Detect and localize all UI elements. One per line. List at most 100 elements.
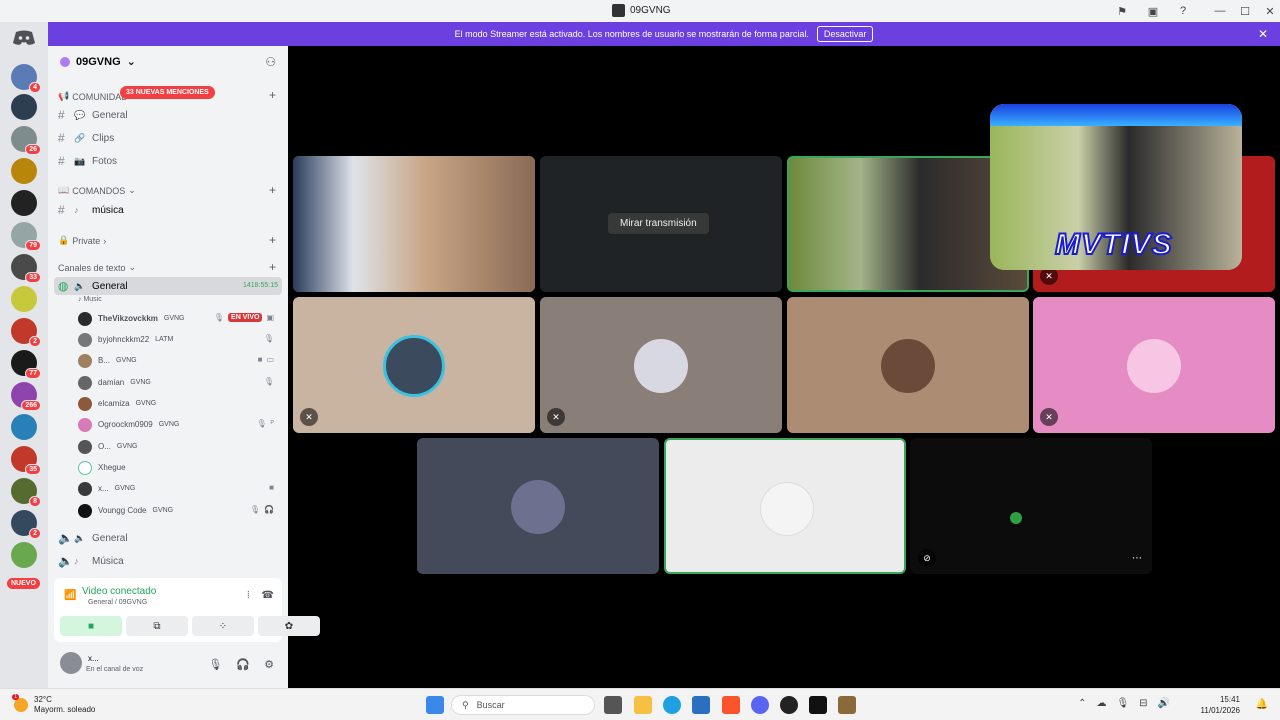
video-tile-speaking[interactable] — [664, 438, 906, 574]
server-icon[interactable]: 33 — [11, 254, 41, 283]
server-icon[interactable]: 266 — [11, 382, 41, 411]
share-screen-button[interactable]: ⧉ — [126, 616, 188, 636]
server-icon[interactable]: 2 — [11, 318, 41, 347]
search-input[interactable]: ⚲ Buscar — [451, 695, 595, 715]
channel-musica[interactable]: # ♪ música — [58, 203, 124, 217]
close-window-button[interactable]: ✕ — [1262, 3, 1278, 19]
task-view-icon[interactable] — [604, 696, 622, 714]
voice-user[interactable]: byjohnckkm22 LATM 🎙 — [78, 331, 278, 348]
notification-icon[interactable]: 🔔 — [1256, 699, 1268, 710]
server-icon[interactable]: 26 — [11, 126, 41, 155]
voice-channel-general[interactable]: ◍ 🔈 General 1418:55:15 — [54, 277, 282, 295]
avatar — [634, 339, 688, 393]
server-icon[interactable]: 8 — [11, 478, 41, 507]
inbox-icon[interactable]: ⚑ — [1114, 3, 1130, 19]
store-icon[interactable] — [692, 696, 710, 714]
add-channel-icon[interactable]: + — [269, 260, 276, 274]
category-comunidad[interactable]: 📢 COMUNIDAD — [58, 91, 128, 102]
server-icon[interactable]: 2 — [11, 510, 41, 539]
server-icon[interactable] — [11, 542, 37, 568]
channel-clips[interactable]: # 🔗 Clips — [58, 131, 114, 145]
category-comandos[interactable]: 📖 COMANDOS ⌄ — [58, 185, 136, 196]
close-icon[interactable]: ✕ — [1258, 27, 1268, 41]
mentions-pill[interactable]: 33 NUEVAS MENCIONES — [120, 86, 215, 99]
video-tile[interactable]: ✕ — [540, 297, 782, 433]
category-private[interactable]: 🔒 Private › — [58, 235, 106, 246]
noise-suppression-icon[interactable]: ⦙ — [247, 590, 249, 601]
headphones-icon[interactable]: 🎧 — [236, 658, 250, 671]
voice-channel-general1[interactable]: 🔈 🔈 General — [58, 531, 128, 545]
server-icon[interactable]: 79 — [11, 222, 41, 251]
maximize-button[interactable]: ☐ — [1237, 3, 1253, 19]
clock[interactable]: 15:41 11/01/2026 — [1201, 694, 1240, 716]
microphone-icon[interactable]: 🎙 — [1116, 698, 1129, 709]
start-icon[interactable] — [426, 696, 444, 714]
add-channel-icon[interactable]: + — [269, 183, 276, 197]
voice-user[interactable]: TheVikzovckkm GVNG 🎙 EN VIVO ▣ — [78, 310, 278, 327]
server-icon[interactable]: 35 — [11, 446, 41, 475]
edge-icon[interactable] — [663, 696, 681, 714]
add-channel-icon[interactable]: + — [269, 233, 276, 247]
app-icon[interactable] — [838, 696, 856, 714]
video-tile[interactable] — [787, 297, 1029, 433]
stream-icon: ▣ — [266, 313, 274, 322]
voice-user[interactable]: O... GVNG — [78, 438, 278, 455]
voice-channel-path[interactable]: General / 09GVNG — [88, 599, 147, 606]
server-header[interactable]: 09GVNG ⌄ — [60, 55, 136, 68]
voice-user[interactable]: Ogroockm0909 GVNG 🎙 ᴾ — [78, 416, 278, 433]
network-icon[interactable]: ⊟ — [1139, 698, 1147, 709]
voice-user[interactable]: Voungg Code GVNG 🎙 🎧 — [78, 502, 278, 519]
cloud-icon[interactable]: ☁ — [1096, 698, 1106, 709]
signal-icon[interactable]: 📶 — [64, 590, 76, 602]
help-icon[interactable]: ? — [1175, 3, 1191, 19]
voice-connected-label[interactable]: Video conectado — [82, 586, 156, 597]
server-icon[interactable] — [11, 414, 37, 440]
server-icon[interactable] — [11, 158, 37, 184]
app-icon[interactable] — [809, 696, 827, 714]
deactivate-button[interactable]: Desactivar — [816, 26, 874, 42]
video-tile[interactable] — [293, 156, 535, 292]
server-icon[interactable] — [11, 94, 37, 120]
channel-general[interactable]: # 💬 General — [58, 108, 128, 122]
discord-icon[interactable] — [12, 30, 36, 46]
add-member-icon[interactable]: ⚇ — [265, 55, 276, 69]
disconnect-icon[interactable]: ☎ — [262, 590, 274, 601]
server-icon[interactable]: 4 — [11, 64, 41, 93]
voice-channel-musica[interactable]: 🔈 ♪ Música — [58, 554, 124, 568]
voice-user[interactable]: B... GVNG ■ ▭ — [78, 352, 278, 369]
server-icon[interactable]: 77 — [11, 350, 41, 379]
server-icon[interactable] — [11, 190, 37, 216]
stream-tile[interactable]: Mirar transmisión — [540, 156, 782, 292]
gear-icon[interactable]: ⚙ — [264, 658, 274, 671]
voice-user[interactable]: Xhegue — [78, 459, 278, 476]
brave-icon[interactable] — [722, 696, 740, 714]
server-icon[interactable] — [11, 286, 37, 312]
channel-fotos[interactable]: # 📷 Fotos — [58, 154, 117, 168]
file-explorer-icon[interactable] — [634, 696, 652, 714]
screen-icon[interactable]: ▣ — [1145, 3, 1161, 19]
voice-user[interactable]: elcamiza GVNG — [78, 395, 278, 412]
camera-button[interactable]: ■ — [60, 616, 122, 636]
video-tile[interactable] — [417, 438, 659, 574]
app-icon[interactable] — [780, 696, 798, 714]
video-tile[interactable]: ✕ — [1033, 297, 1275, 433]
video-tile[interactable]: ✕ — [293, 297, 535, 433]
category-texto[interactable]: Canales de texto ⌄ — [58, 262, 136, 273]
minimize-button[interactable]: — — [1212, 3, 1228, 19]
mention-badge: 77 — [25, 368, 41, 379]
soundboard-button[interactable]: ✿ — [258, 616, 320, 636]
more-options-icon[interactable]: ⋯ — [1132, 553, 1142, 564]
voice-user[interactable]: damian GVNG 🎙 — [78, 374, 278, 391]
add-channel-icon[interactable]: + — [269, 88, 276, 102]
weather-widget[interactable]: 1 32°C Mayorm. soleado — [12, 694, 95, 715]
watch-stream-button[interactable]: Mirar transmisión — [608, 213, 709, 234]
avatar[interactable] — [60, 652, 82, 674]
volume-icon[interactable]: 🔊 — [1158, 698, 1170, 709]
voice-user[interactable]: x... GVNG ■ — [78, 480, 278, 497]
chevron-up-icon[interactable]: ⌃ — [1078, 698, 1086, 709]
activities-button[interactable]: ⁘ — [192, 616, 254, 636]
new-badge[interactable]: NUEVO — [7, 578, 40, 589]
discord-icon[interactable] — [751, 696, 769, 714]
video-tile[interactable]: ⊘ ⋯ — [910, 438, 1152, 574]
mic-icon[interactable]: 🎙 — [208, 658, 222, 671]
